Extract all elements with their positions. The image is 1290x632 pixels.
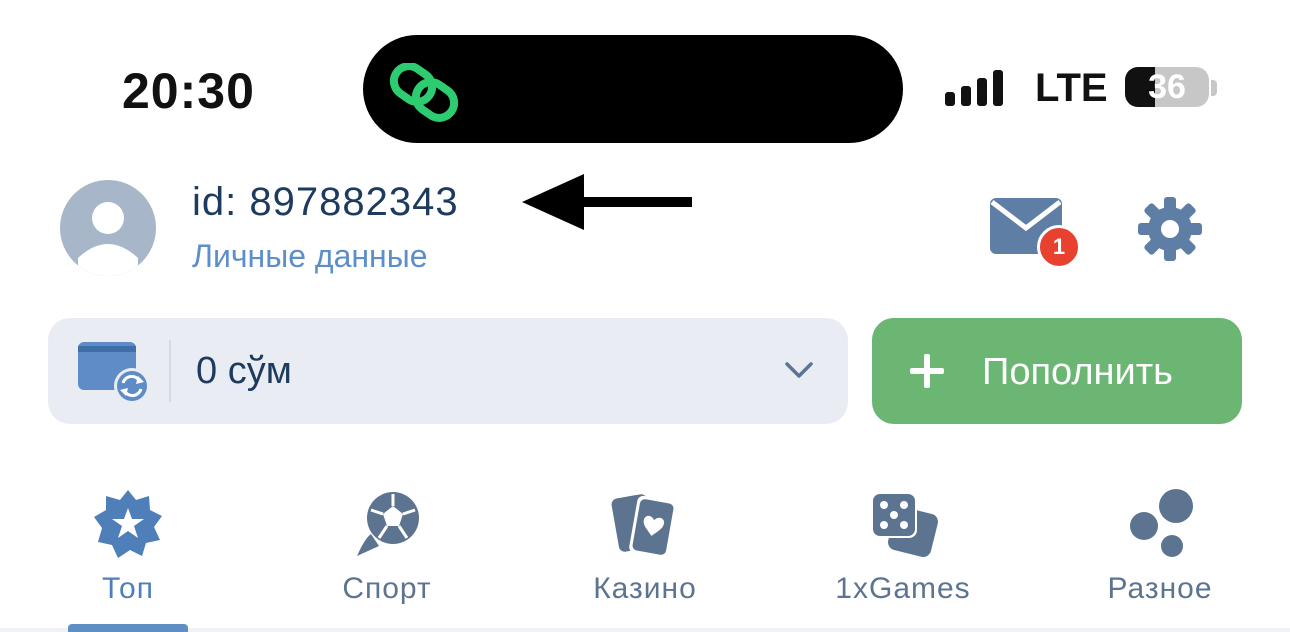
gear-icon[interactable] xyxy=(1136,195,1204,263)
cards-icon xyxy=(611,494,677,559)
signal-icon xyxy=(945,70,1003,106)
arrow-left-icon xyxy=(522,174,692,230)
active-tab-indicator xyxy=(68,624,188,632)
star-badge-icon xyxy=(94,490,162,558)
link-icon xyxy=(389,63,459,122)
tab-sport[interactable]: Спорт xyxy=(297,480,477,630)
tab-label: Казино xyxy=(593,572,697,605)
tab-label: 1xGames xyxy=(835,572,971,605)
mail-badge: 1 xyxy=(1037,225,1081,269)
balance-selector[interactable]: 0 сўм xyxy=(48,318,848,424)
dynamic-island[interactable] xyxy=(363,35,903,143)
tab-label: Разное xyxy=(1107,572,1213,605)
tab-1xgames[interactable]: 1xGames xyxy=(813,480,993,630)
dice-icon xyxy=(871,492,938,557)
plus-icon xyxy=(910,354,944,388)
battery-icon: 36 xyxy=(1125,67,1209,107)
network-type: LTE xyxy=(1035,66,1108,110)
wallet-refresh-icon xyxy=(78,342,150,404)
tab-top[interactable]: Топ xyxy=(38,480,218,630)
tab-misc[interactable]: Разное xyxy=(1070,480,1250,630)
tab-casino[interactable]: Казино xyxy=(555,480,735,630)
balance-divider xyxy=(169,340,171,402)
balance-amount: 0 сўм xyxy=(196,350,292,392)
user-id: id: 897882343 xyxy=(192,180,459,224)
personal-data-link[interactable]: Личные данные xyxy=(192,238,428,275)
battery-level: 36 xyxy=(1148,68,1186,106)
avatar[interactable] xyxy=(60,180,156,276)
tab-label: Спорт xyxy=(342,572,432,605)
chevron-down-icon xyxy=(785,362,813,378)
topup-label: Пополнить xyxy=(982,351,1173,393)
tab-label: Топ xyxy=(102,572,154,605)
battery-nub xyxy=(1211,80,1217,96)
bubbles-icon xyxy=(1130,489,1193,557)
user-icon xyxy=(78,202,138,276)
nav-divider xyxy=(0,628,1290,632)
soccer-ball-icon xyxy=(357,492,419,556)
status-time: 20:30 xyxy=(122,63,255,119)
topup-button[interactable]: Пополнить xyxy=(872,318,1242,424)
